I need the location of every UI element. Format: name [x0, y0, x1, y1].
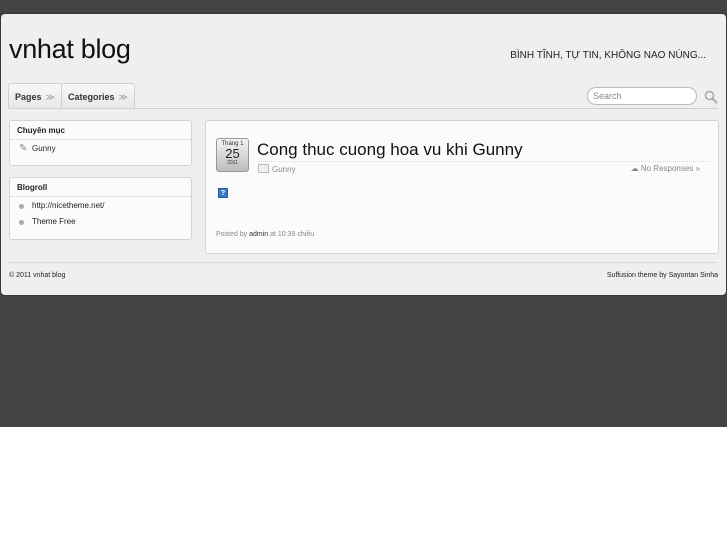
nav-categories-menu[interactable]: Categories ≫: [61, 83, 135, 108]
post-entry: Tháng 1 25 2011 Cong thuc cuong hoa vu k…: [205, 120, 719, 254]
chevron-down-icon: ≫: [45, 92, 55, 102]
blogroll-label: Theme Free: [32, 217, 76, 226]
widget-title: Blogroll: [10, 178, 191, 197]
widget-title: Chuyên mục: [10, 121, 191, 140]
post-title[interactable]: Cong thuc cuong hoa vu khi Gunny: [257, 140, 523, 160]
nav-pages-menu[interactable]: Pages ≫: [8, 83, 62, 108]
post-responses-link[interactable]: ☁ No Responses »: [631, 164, 700, 173]
blog-tagline: BÌNH TĨNH, TỰ TIN, KHÔNG NAO NÚNG...: [510, 50, 706, 61]
nav-pages-label: Pages: [15, 92, 42, 102]
category-link-gunny[interactable]: ✎ Gunny: [10, 140, 191, 156]
post-date-badge: Tháng 1 25 2011: [216, 138, 249, 172]
blogroll-link[interactable]: Theme Free: [10, 213, 191, 229]
blog-title[interactable]: vnhat blog: [9, 34, 131, 65]
nav-categories-label: Categories: [68, 92, 115, 102]
date-year: 2011: [227, 160, 238, 166]
post-category-label: Gunny: [272, 165, 296, 174]
categories-widget: Chuyên mục ✎ Gunny: [9, 120, 192, 166]
blogroll-label: http://nicetheme.net/: [32, 201, 105, 210]
posted-by-label: Posted by: [216, 231, 248, 238]
footer-credit-link[interactable]: Suffusion theme by Sayontan Sinha: [607, 272, 718, 279]
broken-image-icon: ?: [218, 188, 228, 198]
search-input[interactable]: Search: [587, 87, 697, 105]
date-day: 25: [225, 146, 240, 161]
blogroll-widget: Blogroll http://nicetheme.net/ Theme Fre…: [9, 177, 192, 240]
footer-divider: [9, 262, 718, 263]
post-byline: Posted by admin at 10:39 chiều: [216, 231, 314, 238]
bullet-icon: [19, 204, 24, 209]
post-time: at 10:39 chiều: [270, 231, 315, 238]
search-icon[interactable]: [704, 90, 718, 104]
responses-label: No Responses »: [640, 164, 700, 173]
post-author-link[interactable]: admin: [249, 231, 268, 238]
post-category-link[interactable]: Gunny: [258, 164, 296, 174]
blog-container: vnhat blog BÌNH TĨNH, TỰ TIN, KHÔNG NAO …: [1, 14, 726, 295]
post-meta-divider: [257, 161, 710, 162]
footer-copyright: © 2011 vnhat blog: [9, 272, 66, 279]
folder-icon: [258, 164, 269, 173]
comment-icon: ☁: [630, 164, 639, 173]
category-label: Gunny: [32, 144, 56, 153]
blogroll-link[interactable]: http://nicetheme.net/: [10, 197, 191, 213]
chevron-down-icon: ≫: [118, 92, 128, 102]
bullet-icon: [19, 220, 24, 225]
nav-divider: [9, 108, 718, 109]
pencil-icon: ✎: [19, 143, 28, 154]
